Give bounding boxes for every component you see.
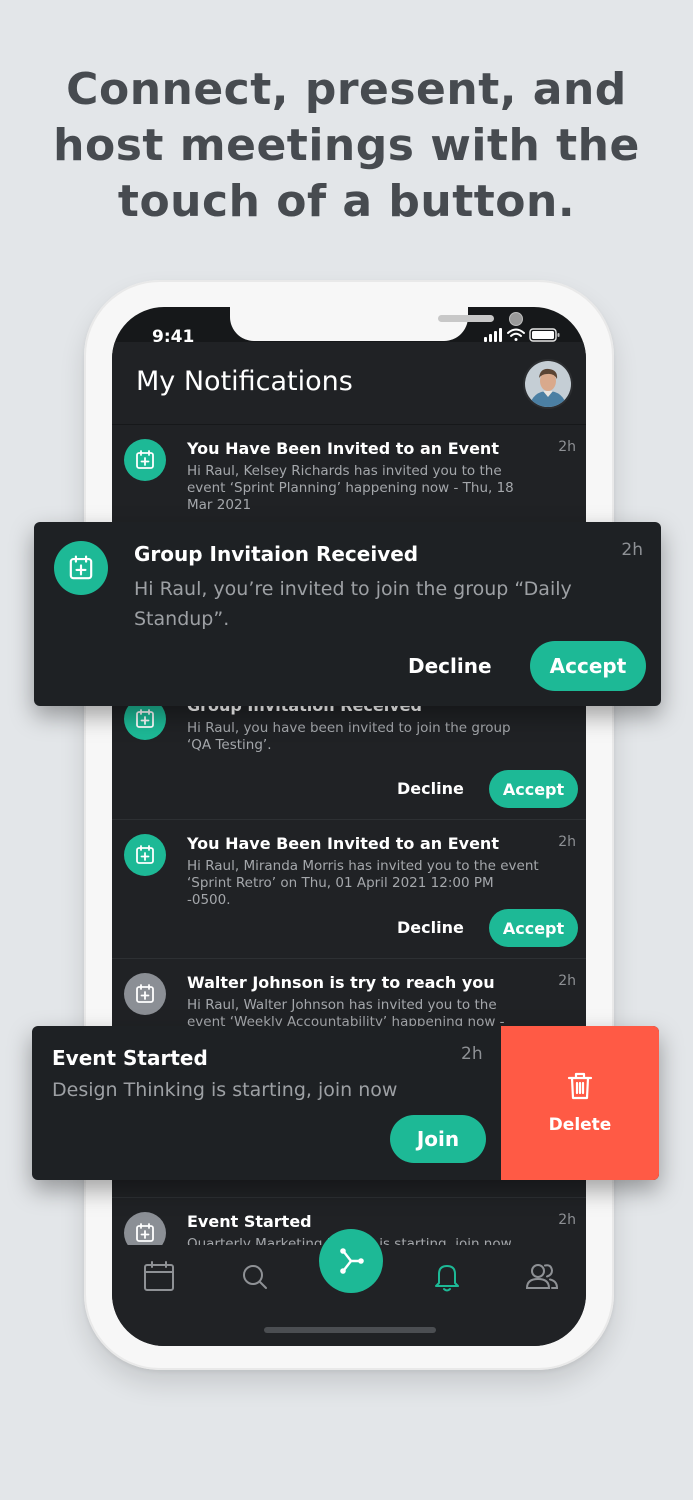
decline-button[interactable]: Decline — [397, 779, 464, 798]
notification-body: Hi Raul, Miranda Morris has invited you … — [187, 858, 539, 908]
headline-line-1: Connect, present, and — [66, 64, 627, 115]
headline-line-3: touch of a button. — [117, 176, 576, 227]
front-camera — [509, 312, 523, 326]
notch — [230, 307, 523, 341]
page-header: My Notifications — [112, 342, 586, 424]
tab-calendar[interactable] — [142, 1259, 176, 1297]
phone-screen: 9:41 My Notifications You Have Been Invi… — [112, 307, 586, 1346]
battery-icon — [529, 328, 560, 342]
notification-body: Hi Raul, Kelsey Richards has invited you… — [187, 463, 514, 513]
popup-time: 2h — [621, 540, 643, 560]
notification-body: Hi Raul, you have been invited to join t… — [187, 720, 511, 753]
search-icon — [243, 1265, 267, 1289]
group-invitation-popup[interactable]: Group Invitaion Received Hi Raul, you’re… — [34, 522, 661, 706]
calendar-icon — [144, 1261, 174, 1291]
bell-icon — [435, 1265, 459, 1292]
calendar-add-icon — [124, 834, 166, 876]
popup-body: Hi Raul, you’re invited to join the grou… — [134, 578, 572, 630]
notification-title: Walter Johnson is try to reach you — [187, 973, 495, 992]
share-button[interactable] — [319, 1229, 383, 1293]
trash-icon — [567, 1072, 593, 1100]
delete-label: Delete — [548, 1115, 612, 1135]
popup-body: Design Thinking is starting, join now — [52, 1079, 398, 1101]
headline: Connect, present, and host meetings with… — [0, 62, 693, 230]
calendar-add-icon — [124, 973, 166, 1015]
speaker — [438, 315, 494, 322]
delete-button[interactable]: Delete — [501, 1026, 659, 1180]
page-title: My Notifications — [136, 366, 353, 397]
decline-button[interactable]: Decline — [397, 918, 464, 937]
decline-button[interactable]: Decline — [408, 654, 492, 678]
tab-people[interactable] — [524, 1259, 560, 1297]
notification-time: 2h — [558, 439, 576, 455]
notification-time: 2h — [558, 973, 576, 989]
popup-time: 2h — [461, 1044, 483, 1064]
people-icon — [525, 1264, 559, 1289]
accept-button[interactable]: Accept — [530, 641, 646, 691]
notification-card[interactable]: You Have Been Invited to an Event Hi Rau… — [112, 820, 586, 959]
popup-title: Event Started — [52, 1046, 208, 1070]
notification-time: 2h — [558, 1212, 576, 1228]
headline-line-2: host meetings with the — [53, 120, 640, 171]
avatar[interactable] — [523, 359, 573, 409]
calendar-add-icon — [54, 541, 108, 595]
notification-time: 2h — [558, 834, 576, 850]
notification-title: Event Started — [187, 1212, 312, 1231]
home-indicator — [264, 1327, 436, 1333]
popup-title: Group Invitaion Received — [134, 542, 419, 566]
accept-button[interactable]: Accept — [489, 770, 578, 808]
notification-title: You Have Been Invited to an Event — [187, 439, 499, 458]
accept-button[interactable]: Accept — [489, 909, 578, 947]
signal-icon — [484, 328, 502, 342]
tab-search[interactable] — [240, 1259, 270, 1297]
event-started-popup[interactable]: Event Started Design Thinking is startin… — [32, 1026, 659, 1180]
tab-notifications[interactable] — [432, 1259, 462, 1297]
calendar-add-icon — [124, 439, 166, 481]
share-icon — [340, 1248, 364, 1274]
wifi-icon — [507, 328, 525, 341]
join-button[interactable]: Join — [390, 1115, 486, 1163]
notification-title: You Have Been Invited to an Event — [187, 834, 499, 853]
